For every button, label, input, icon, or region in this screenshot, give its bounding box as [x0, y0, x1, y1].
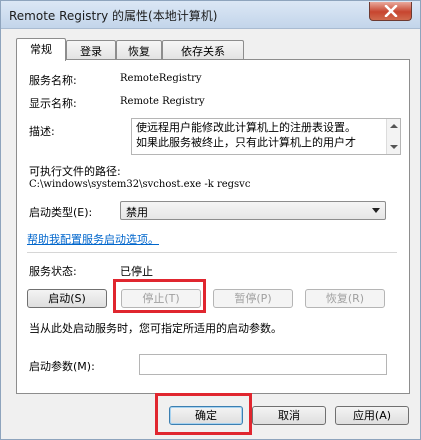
- tab-logon[interactable]: 登录: [66, 40, 116, 59]
- start-params-input[interactable]: [139, 354, 387, 375]
- general-tab-panel: 服务名称: RemoteRegistry 显示名称: Remote Regist…: [16, 59, 410, 394]
- service-name-value[interactable]: RemoteRegistry: [120, 73, 202, 84]
- ok-button[interactable]: 确定: [169, 406, 243, 425]
- resume-button[interactable]: 恢复(R): [305, 289, 385, 308]
- description-line-1: 使远程用户能修改此计算机上的注册表设置。: [136, 121, 356, 134]
- tab-dependencies[interactable]: 依存关系: [162, 40, 244, 59]
- exe-path-label: 可执行文件的路径:: [29, 165, 121, 178]
- service-status-value: 已停止: [120, 265, 153, 278]
- startup-type-value: 禁用: [126, 206, 148, 219]
- stop-button[interactable]: 停止(T): [121, 289, 201, 308]
- apply-button[interactable]: 应用(A): [335, 406, 409, 425]
- description-scrollbar[interactable]: [386, 119, 400, 154]
- exe-path-value[interactable]: C:\windows\system32\svchost.exe -k regsv…: [29, 179, 250, 190]
- scroll-down-icon[interactable]: [390, 145, 398, 149]
- service-name-label: 服务名称:: [29, 74, 77, 87]
- display-name-label: 显示名称:: [29, 97, 77, 110]
- window-title: Remote Registry 的属性(本地计算机): [9, 9, 218, 23]
- description-box[interactable]: 使远程用户能修改此计算机上的注册表设置。 如果此服务被终止，只有此计算机上的用户…: [131, 118, 401, 155]
- description-label: 描述:: [29, 125, 55, 138]
- tab-general[interactable]: 常规: [16, 38, 66, 61]
- start-params-label: 启动参数(M):: [29, 360, 95, 373]
- properties-dialog: Remote Registry 的属性(本地计算机) 常规 登录 恢复 依存关系…: [0, 0, 421, 440]
- divider: [27, 252, 397, 253]
- description-text: 使远程用户能修改此计算机上的注册表设置。 如果此服务被终止，只有此计算机上的用户…: [136, 120, 386, 150]
- start-params-hint: 当从此处启动服务时，您可指定所适用的启动参数。: [29, 322, 282, 335]
- tab-recovery[interactable]: 恢复: [116, 40, 162, 59]
- startup-type-select[interactable]: 禁用: [120, 201, 386, 220]
- display-name-value[interactable]: Remote Registry: [120, 96, 205, 107]
- chevron-down-icon: [372, 208, 380, 213]
- pause-button[interactable]: 暂停(P): [213, 289, 293, 308]
- title-bar[interactable]: Remote Registry 的属性(本地计算机): [1, 1, 420, 29]
- service-status-label: 服务状态:: [29, 265, 77, 278]
- cancel-button[interactable]: 取消: [252, 406, 326, 425]
- description-line-2: 如果此服务被终止，只有此计算机上的用户才: [136, 136, 356, 149]
- start-button[interactable]: 启动(S): [27, 289, 107, 308]
- scroll-up-icon[interactable]: [390, 124, 398, 128]
- help-configure-link[interactable]: 帮助我配置服务启动选项。: [27, 231, 159, 247]
- startup-type-label: 启动类型(E):: [29, 206, 93, 219]
- close-button[interactable]: [369, 2, 412, 21]
- close-icon: [384, 5, 397, 17]
